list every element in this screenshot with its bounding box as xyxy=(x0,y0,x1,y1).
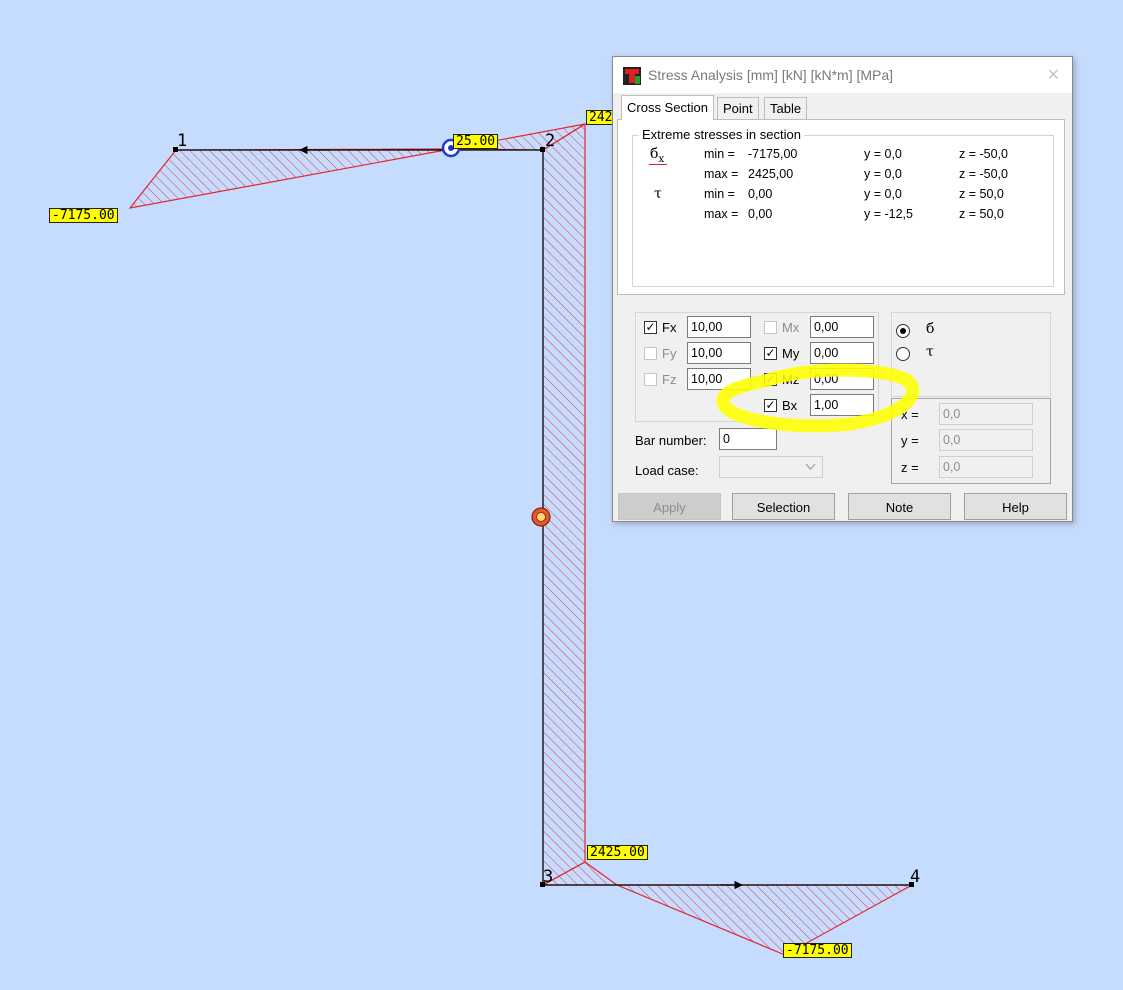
help-button[interactable]: Help xyxy=(964,493,1067,520)
stress-value-tag: -7175.00 xyxy=(783,943,852,958)
tau-radio-label: τ xyxy=(926,344,934,360)
node-label-2: 2 xyxy=(545,131,556,151)
node-label-3: 3 xyxy=(543,867,554,887)
close-icon[interactable]: ✕ xyxy=(1047,65,1060,85)
fy-input[interactable]: 10,00 xyxy=(687,342,751,364)
bx-input[interactable]: 1,00 xyxy=(810,394,874,416)
sigma-symbol: бx xyxy=(650,146,664,165)
mz-checkbox[interactable]: ✓ xyxy=(764,373,777,386)
sigma-underline xyxy=(649,164,667,165)
tau-symbol: τ xyxy=(654,186,662,202)
load-case-label: Load case: xyxy=(635,463,699,478)
fz-checkbox[interactable] xyxy=(644,373,657,386)
bar-number-label: Bar number: xyxy=(635,433,707,448)
fz-input[interactable]: 10,00 xyxy=(687,368,751,390)
note-button[interactable]: Note xyxy=(848,493,951,520)
bx-checkbox[interactable]: ✓ xyxy=(764,399,777,412)
mz-label: Mz xyxy=(782,372,800,387)
chevron-down-icon[interactable] xyxy=(805,463,816,471)
centroid-icon[interactable] xyxy=(531,507,551,527)
bar-number-input[interactable]: 0 xyxy=(719,428,777,450)
fy-label: Fy xyxy=(662,346,677,361)
my-checkbox[interactable]: ✓ xyxy=(764,347,777,360)
tau-min-value: 0,00 xyxy=(748,187,773,201)
node-label-4: 4 xyxy=(910,867,921,887)
y-coord-label: y = xyxy=(901,433,919,448)
my-label: My xyxy=(782,346,800,361)
sigma-max-y: y = 0,0 xyxy=(864,167,902,181)
sigma-max-z: z = -50,0 xyxy=(959,167,1008,181)
stress-type-panel xyxy=(891,312,1051,397)
sigma-max-label: max = xyxy=(704,167,739,181)
mx-input[interactable]: 0,00 xyxy=(810,316,874,338)
tau-min-label: min = xyxy=(704,187,735,201)
tau-min-z: z = 50,0 xyxy=(959,187,1004,201)
stress-region-bottom-flange xyxy=(616,884,913,956)
tab-table[interactable]: Table xyxy=(764,97,808,119)
tau-max-label: max = xyxy=(704,207,739,221)
z-coord-input[interactable]: 0,0 xyxy=(939,456,1033,478)
sigma-min-z: z = -50,0 xyxy=(959,147,1008,161)
bx-label: Bx xyxy=(782,398,798,413)
fy-checkbox[interactable] xyxy=(644,347,657,360)
app-icon xyxy=(623,67,641,85)
tab-point[interactable]: Point xyxy=(717,97,759,119)
y-coord-input[interactable]: 0,0 xyxy=(939,429,1033,451)
sigma-min-value: -7175,00 xyxy=(748,147,798,161)
cross-section-panel: Extreme stresses in section бx τ min = -… xyxy=(617,119,1065,295)
stress-region-web xyxy=(542,122,586,887)
fx-checkbox[interactable]: ✓ xyxy=(644,321,657,334)
fz-label: Fz xyxy=(662,372,677,387)
window-title: Stress Analysis [mm] [kN] [kN*m] [MPa] xyxy=(648,67,894,83)
mx-label: Mx xyxy=(782,320,800,335)
tau-max-z: z = 50,0 xyxy=(959,207,1004,221)
sigma-max-value: 2425,00 xyxy=(748,167,794,181)
title-bar[interactable]: Stress Analysis [mm] [kN] [kN*m] [MPa] ✕ xyxy=(613,57,1072,93)
fx-label: Fx xyxy=(662,320,677,335)
stress-analysis-window[interactable]: Stress Analysis [mm] [kN] [kN*m] [MPa] ✕… xyxy=(612,56,1073,522)
tau-radio[interactable] xyxy=(896,347,910,361)
stress-value-tag: 2425.00 xyxy=(587,845,648,860)
stress-region-top-flange xyxy=(128,148,452,209)
node-label-1: 1 xyxy=(177,131,188,151)
apply-button[interactable]: Apply xyxy=(618,493,721,520)
x-coord-label: x = xyxy=(901,407,919,422)
z-coord-label: z = xyxy=(901,460,919,475)
sigma-radio[interactable] xyxy=(896,324,910,338)
my-input[interactable]: 0,00 xyxy=(810,342,874,364)
extreme-stresses-group: Extreme stresses in section бx τ min = -… xyxy=(632,127,1054,287)
tau-max-value: 0,00 xyxy=(748,207,773,221)
x-coord-input[interactable]: 0,0 xyxy=(939,403,1033,425)
tau-min-y: y = 0,0 xyxy=(864,187,902,201)
sigma-min-label: min = xyxy=(704,147,735,161)
sigma-min-y: y = 0,0 xyxy=(864,147,902,161)
fx-input[interactable]: 10,00 xyxy=(687,316,751,338)
tau-max-y: y = -12,5 xyxy=(864,207,913,221)
extreme-stresses-legend: Extreme stresses in section xyxy=(639,127,804,142)
selection-button[interactable]: Selection xyxy=(732,493,835,520)
tab-cross-section[interactable]: Cross Section xyxy=(621,95,714,120)
mx-checkbox[interactable] xyxy=(764,321,777,334)
stress-value-tag: 25.00 xyxy=(453,134,499,149)
sigma-radio-label: б xyxy=(926,321,935,337)
stress-value-tag: -7175.00 xyxy=(49,208,118,223)
mz-input[interactable]: 0,00 xyxy=(810,368,874,390)
